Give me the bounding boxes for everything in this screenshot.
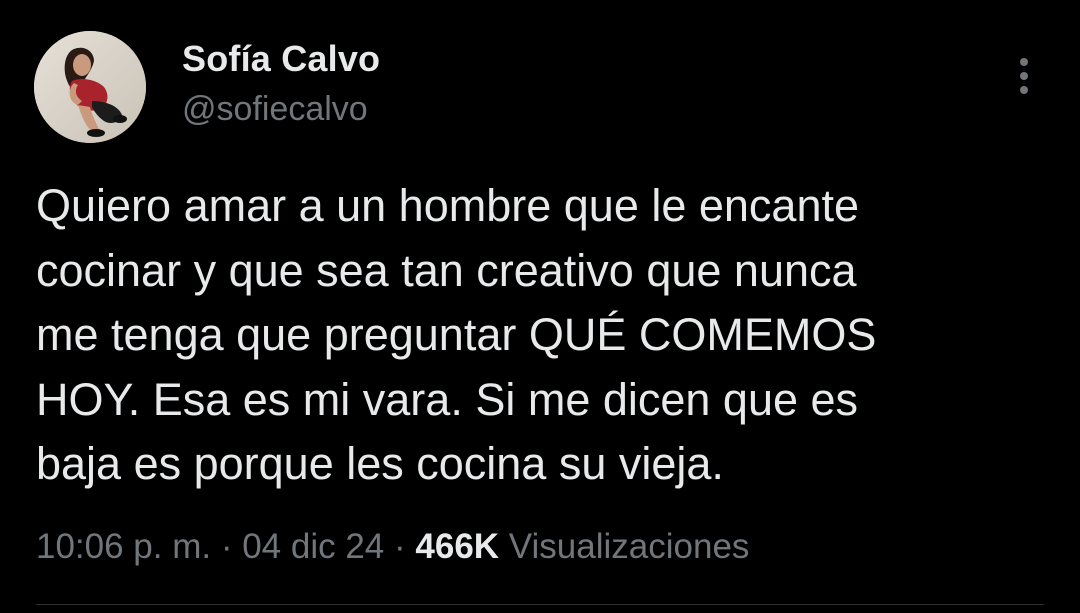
tweet-metadata: 10:06 p. m. · 04 dic 24 · 466K Visualiza… xyxy=(36,527,749,567)
profile-photo-icon xyxy=(34,31,146,143)
meta-separator: · xyxy=(384,527,416,566)
divider xyxy=(36,604,1044,605)
views-count: 466K xyxy=(415,527,500,566)
author-display-name[interactable]: Sofía Calvo xyxy=(182,38,380,80)
more-dot-icon xyxy=(1020,86,1028,94)
author-handle[interactable]: @sofiecalvo xyxy=(182,90,368,129)
tweet-text-line: HOY. Esa es mi vara. Si me dicen que es xyxy=(36,373,859,425)
more-dot-icon xyxy=(1020,58,1028,66)
tweet-date[interactable]: 04 dic 24 xyxy=(242,527,384,566)
tweet-text-line: cocinar y que sea tan creativo que nunca xyxy=(36,244,857,296)
avatar[interactable] xyxy=(34,31,146,143)
tweet-card: Sofía Calvo @sofiecalvo Quiero amar a un… xyxy=(0,0,1080,613)
tweet-text-line: Quiero amar a un hombre que le encante xyxy=(36,180,860,231)
more-options-button[interactable] xyxy=(1004,56,1044,96)
tweet-time[interactable]: 10:06 p. m. xyxy=(36,527,211,566)
meta-separator: · xyxy=(211,527,243,566)
views-label: Visualizaciones xyxy=(508,527,750,566)
tweet-text-line: me tenga que preguntar QUÉ COMEMOS xyxy=(36,309,877,360)
tweet-text-line: baja es porque les cocina su vieja. xyxy=(36,438,724,489)
more-dot-icon xyxy=(1020,72,1028,80)
tweet-text: Quiero amar a un hombre que le encante c… xyxy=(36,174,1046,497)
